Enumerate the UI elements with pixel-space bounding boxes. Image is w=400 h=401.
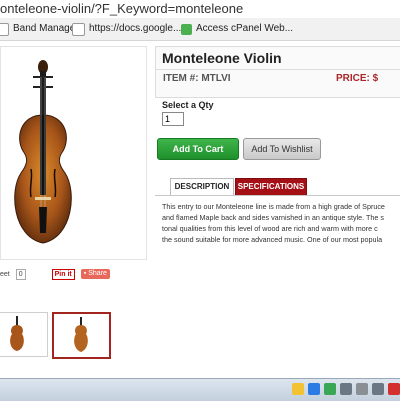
add-to-wishlist-button[interactable]: Add To Wishlist [243, 138, 321, 160]
bookmark-cpanel[interactable]: Access cPanel Web... [181, 21, 293, 37]
bookmark-label: https://docs.google.... [89, 23, 185, 34]
description-line: the sound suitable for more advanced mus… [162, 235, 383, 244]
google-drive-icon[interactable] [324, 383, 336, 395]
thumbnail-2-selected[interactable] [52, 312, 111, 359]
adobe-icon[interactable] [388, 383, 400, 395]
violin-thumbnail-image [74, 317, 88, 352]
qty-input[interactable]: 1 [162, 112, 184, 126]
violin-image [14, 60, 72, 244]
share-label: Share [88, 270, 107, 277]
price-label: PRICE: $ [336, 73, 379, 84]
share-icon: ▪ [83, 270, 87, 277]
item-number: ITEM #: MTLVI [163, 73, 231, 84]
bookmark-label: Band Manager [13, 23, 79, 34]
bookmark-label: Access cPanel Web... [196, 23, 294, 34]
product-description: This entry to our Monteleone line is mad… [162, 201, 400, 257]
system-tray-icon[interactable] [372, 383, 384, 395]
add-to-cart-button[interactable]: Add To Cart [157, 138, 239, 160]
dropbox-icon[interactable] [308, 383, 320, 395]
header-divider [156, 69, 400, 70]
bookmarks-bar: Band Manager https://docs.google.... Acc… [0, 18, 400, 41]
violin-thumbnail-image [10, 316, 24, 351]
share-row: eet 0 Pin it ▪ Share [0, 268, 110, 280]
volume-icon[interactable] [356, 383, 368, 395]
cpanel-icon [181, 23, 192, 35]
bookmark-google-docs[interactable]: https://docs.google.... [72, 21, 184, 37]
bookmark-band-manager[interactable]: Band Manager [0, 21, 79, 37]
tab-description[interactable]: DESCRIPTION [170, 178, 234, 195]
description-line: and flamed Maple back and sides varnishe… [162, 213, 385, 222]
google-docs-icon [72, 22, 85, 36]
chrome-icon[interactable] [292, 383, 304, 395]
product-main-image[interactable] [0, 46, 147, 260]
description-line: tonal qualities from this level of wood … [162, 224, 378, 233]
network-icon[interactable] [340, 383, 352, 395]
qty-label: Select a Qty [162, 100, 214, 110]
tweet-button[interactable]: eet [0, 271, 10, 278]
tab-divider [155, 195, 400, 196]
tab-specifications[interactable]: SPECIFICATIONS [235, 178, 307, 196]
os-taskbar [0, 378, 400, 401]
description-line: This entry to our Monteleone line is mad… [162, 202, 385, 211]
tweet-count: 0 [15, 268, 26, 280]
thumbnail-1[interactable] [0, 312, 48, 357]
address-bar[interactable]: onteleone-violin/?F_Keyword=monteleone [0, 0, 400, 18]
share-button[interactable]: ▪ Share [80, 269, 110, 279]
pin-it-button[interactable]: Pin it [51, 268, 75, 280]
page-icon [0, 22, 9, 36]
product-title: Monteleone Violin [162, 50, 282, 66]
url-text[interactable]: onteleone-violin/?F_Keyword=monteleone [0, 1, 243, 16]
